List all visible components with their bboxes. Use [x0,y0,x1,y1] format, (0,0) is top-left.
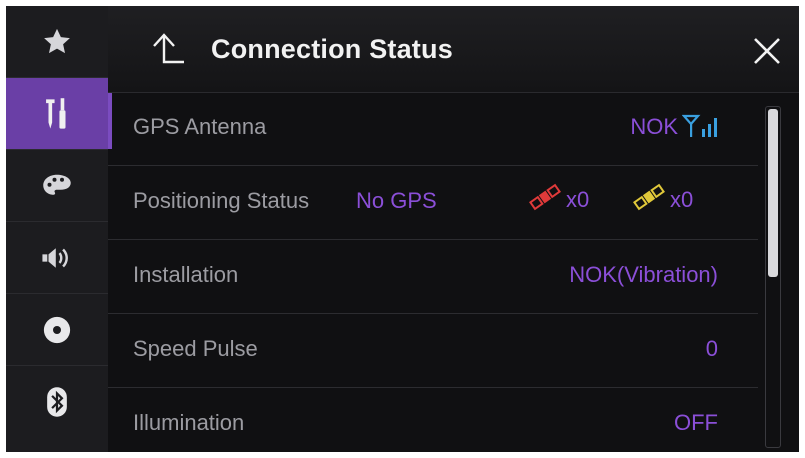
sidebar-item-bluetooth[interactable] [6,366,108,438]
satellite-red-indicator: x0 [528,182,589,218]
sidebar-item-favorites[interactable] [6,6,108,78]
row-illumination: Illumination OFF [108,388,758,452]
speaker-icon [40,244,74,272]
gps-antenna-label: GPS Antenna [133,114,267,139]
disc-icon [42,315,72,345]
installation-value: NOK(Vibration) [569,262,718,287]
palette-icon [42,173,72,199]
antenna-signal-icon [681,112,722,145]
row-positioning-status: Positioning Status No GPS x0 x0 [108,166,758,240]
sidebar-item-system[interactable] [6,78,112,150]
positioning-status-label: Positioning Status [133,188,310,213]
positioning-status-value: No GPS [356,188,437,213]
close-button[interactable] [750,34,784,68]
row-gps-antenna: GPS Antenna NOK [108,92,758,166]
close-icon [750,38,784,72]
satellite-yellow-count: x0 [670,187,694,212]
header-bar: Connection Status [108,6,799,93]
sidebar [6,6,112,452]
installation-label: Installation [133,262,239,287]
tools-icon [42,97,72,131]
satellite-yellow-indicator: x0 [632,182,693,218]
speed-pulse-label: Speed Pulse [133,336,258,361]
sidebar-item-theme[interactable] [6,150,108,222]
row-speed-pulse: Speed Pulse 0 [108,314,758,388]
speed-pulse-value: 0 [705,336,718,361]
satellite-yellow-icon [632,182,670,218]
back-button[interactable] [148,30,190,70]
bluetooth-icon [45,386,69,418]
status-list: GPS Antenna NOK Positioning Status No GP… [108,92,758,452]
scrollbar[interactable] [765,106,781,448]
back-arrow-icon [148,33,190,74]
page-title: Connection Status [211,34,453,64]
row-installation: Installation NOK(Vibration) [108,240,758,314]
screen: Connection Status GPS Antenna NOK Positi… [6,6,799,452]
gps-antenna-value: NOK [630,114,678,139]
sidebar-item-av-source[interactable] [6,294,108,366]
satellite-red-icon [528,182,566,218]
illumination-label: Illumination [133,410,245,435]
star-icon [42,27,72,57]
satellite-red-count: x0 [566,187,590,212]
illumination-value: OFF [674,410,718,435]
scrollbar-thumb[interactable] [768,109,778,277]
sidebar-item-audio[interactable] [6,222,108,294]
